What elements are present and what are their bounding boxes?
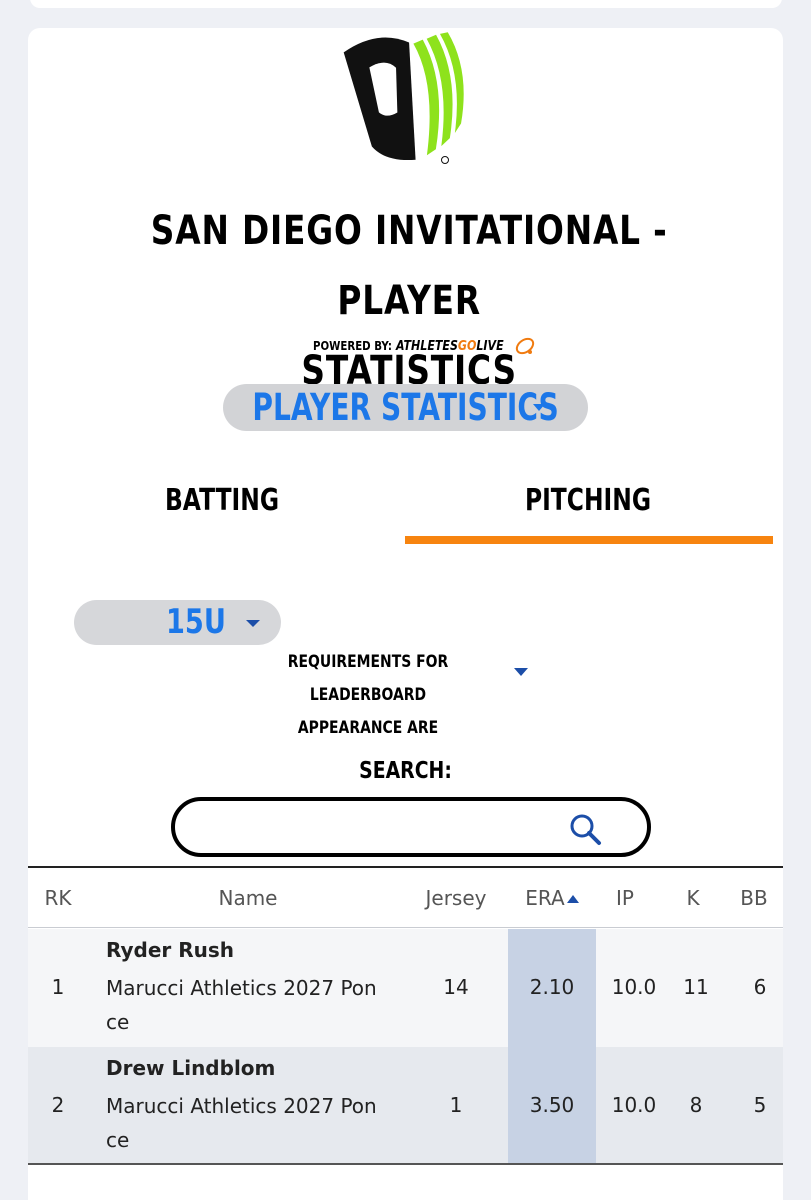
- cell-player-name[interactable]: Drew Lindblom: [106, 1056, 275, 1080]
- cell-jersey: 1: [449, 1093, 463, 1117]
- sort-ascending-icon: [566, 895, 579, 903]
- cell-team-line1: Marucci Athletics 2027 Pon: [106, 1094, 377, 1118]
- cell-team: Marucci Athletics 2027 Pon ce: [106, 971, 406, 1039]
- column-era[interactable]: ERA: [508, 868, 596, 928]
- table-header: RK Name Jersey ERA IP K BB: [28, 868, 783, 928]
- column-ip[interactable]: IP: [598, 868, 652, 928]
- sorted-column-highlight: [508, 929, 596, 1165]
- cell-bb: 6: [753, 975, 767, 999]
- cell-era: 2.10: [529, 975, 575, 999]
- column-rk[interactable]: RK: [28, 868, 88, 928]
- cell-player-name[interactable]: Ryder Rush: [106, 938, 234, 962]
- column-bb[interactable]: BB: [728, 868, 780, 928]
- cell-team-line2: ce: [106, 1010, 130, 1034]
- column-name[interactable]: Name: [168, 868, 328, 928]
- cell-team-line1: Marucci Athletics 2027 Pon: [106, 976, 377, 1000]
- table-region: RK Name Jersey ERA IP K BB 1 Ryder Rush …: [28, 0, 783, 1200]
- cell-era: 3.50: [529, 1093, 575, 1117]
- cell-team: Marucci Athletics 2027 Pon ce: [106, 1089, 406, 1157]
- table-row[interactable]: 1 Ryder Rush Marucci Athletics 2027 Pon …: [28, 929, 783, 1047]
- cell-rank: 2: [51, 1093, 65, 1117]
- cell-k: 11: [683, 975, 709, 999]
- cell-team-line2: ce: [106, 1128, 130, 1152]
- cell-k: 8: [689, 1093, 703, 1117]
- column-jersey[interactable]: Jersey: [406, 868, 506, 928]
- cell-ip: 10.0: [611, 975, 657, 999]
- table-row[interactable]: 2 Drew Lindblom Marucci Athletics 2027 P…: [28, 1047, 783, 1165]
- column-k[interactable]: K: [668, 868, 718, 928]
- cell-bb: 5: [753, 1093, 767, 1117]
- cell-jersey: 14: [443, 975, 469, 999]
- cell-ip: 10.0: [611, 1093, 657, 1117]
- cell-rank: 1: [51, 975, 65, 999]
- column-era-label: ERA: [525, 886, 565, 910]
- table-bottom-border: [28, 1163, 783, 1165]
